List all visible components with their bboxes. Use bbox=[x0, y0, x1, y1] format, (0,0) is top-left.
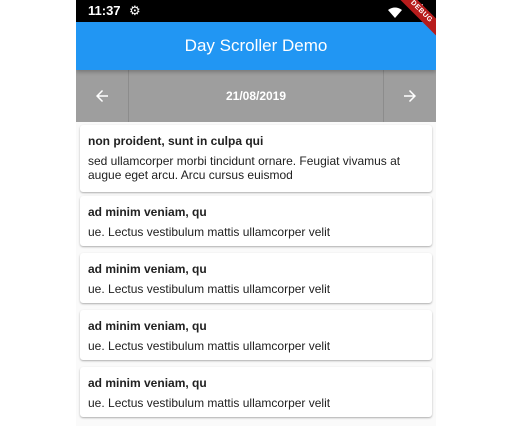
item-title: non proident, sunt in culpa qui bbox=[88, 134, 264, 148]
wifi-icon bbox=[388, 5, 402, 23]
day-scroller: 21/08/2019 bbox=[76, 70, 436, 122]
item-body: ue. Lectus vestibulum mattis ullamcorper… bbox=[88, 282, 331, 296]
gear-icon: ⚙ bbox=[129, 3, 141, 18]
current-date: 21/08/2019 bbox=[225, 89, 287, 103]
item-title: ad minim veniam, qu bbox=[88, 205, 207, 219]
list-item[interactable]: ad minim veniam, qu ue. Lectus vestibulu… bbox=[80, 310, 432, 360]
item-title: ad minim veniam, qu bbox=[88, 262, 207, 276]
app-bar: Day Scroller Demo bbox=[76, 22, 436, 70]
item-title: ad minim veniam, qu bbox=[88, 376, 207, 390]
phone-screen: 11:37 ⚙ Day Scroller Demo DEBUG 21/08/20… bbox=[76, 0, 436, 426]
item-title: ad minim veniam, qu bbox=[88, 319, 207, 333]
item-body: ue. Lectus vestibulum mattis ullamcorper… bbox=[88, 225, 331, 239]
status-time: 11:37 bbox=[88, 3, 121, 18]
list-item[interactable]: non proident, sunt in culpa qui sed ulla… bbox=[80, 125, 432, 192]
item-body: ue. Lectus vestibulum mattis ullamcorper… bbox=[88, 396, 331, 410]
next-day-button[interactable] bbox=[383, 70, 436, 122]
page-title: Day Scroller Demo bbox=[184, 36, 328, 55]
arrow-left-icon bbox=[96, 90, 108, 102]
previous-day-button[interactable] bbox=[76, 70, 129, 122]
list-item[interactable]: ad minim veniam, qu ue. Lectus vestibulu… bbox=[80, 253, 432, 303]
arrow-right-icon bbox=[404, 90, 416, 102]
list-item[interactable]: ad minim veniam, qu ue. Lectus vestibulu… bbox=[80, 367, 432, 417]
item-body: ue. Lectus vestibulum mattis ullamcorper… bbox=[88, 339, 331, 353]
list-item[interactable]: ad minim veniam, qu ue. Lectus vestibulu… bbox=[80, 196, 432, 246]
item-body: sed ullamcorper morbi tincidunt ornare. … bbox=[88, 154, 401, 182]
status-bar: 11:37 ⚙ bbox=[76, 0, 436, 22]
